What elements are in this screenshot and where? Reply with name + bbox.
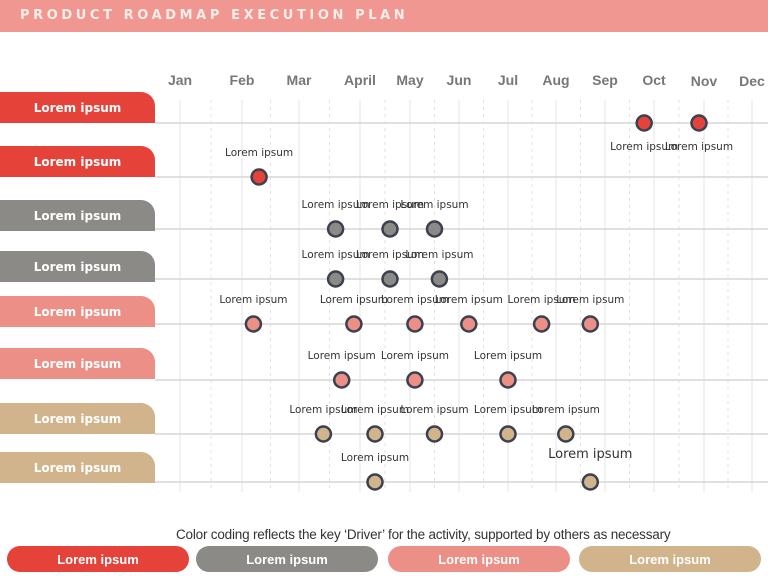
legend-item-salmon: Lorem ipsum	[388, 546, 570, 572]
milestone-dot	[690, 114, 708, 132]
milestone-dot	[381, 220, 399, 238]
row-label: Lorem ipsum	[0, 348, 155, 379]
milestone-dot	[460, 315, 478, 333]
milestone-label: Lorem ipsum	[380, 350, 449, 362]
row-label: Lorem ipsum	[0, 146, 155, 177]
row-label: Lorem ipsum	[0, 251, 155, 282]
milestone-dot	[326, 270, 345, 288]
month-label: Aug	[542, 72, 570, 88]
row-label: Lorem ipsum	[0, 296, 155, 327]
milestone-dot	[499, 425, 517, 443]
milestone-dot	[314, 425, 333, 443]
milestone-label: Lorem ipsum	[556, 294, 625, 306]
month-label: May	[396, 72, 424, 88]
footnote: Color coding reflects the key ‘Driver’ f…	[176, 527, 671, 542]
milestone-dot	[326, 220, 345, 238]
milestone-dot	[581, 315, 600, 333]
milestone-dot	[250, 168, 268, 186]
milestone-dot	[332, 371, 351, 389]
milestone-dot	[635, 114, 653, 132]
milestone-label: Lorem ipsum	[340, 404, 410, 416]
month-label: April	[344, 72, 376, 88]
milestone-dot	[499, 371, 517, 389]
milestone-label: Lorem ipsum	[319, 294, 388, 306]
milestone-label: Lorem ipsum	[219, 294, 288, 306]
milestone-label: Lorem ipsum	[307, 350, 376, 362]
milestone-label: Lorem ipsum	[225, 147, 294, 159]
milestone-label: Lorem ipsum	[400, 199, 469, 211]
month-label: Nov	[690, 73, 718, 89]
row-label: Lorem ipsum	[0, 200, 155, 231]
milestone-dot	[425, 220, 444, 238]
milestone-label: Lorem ipsum	[340, 452, 410, 464]
row-label: Lorem ipsum	[0, 92, 155, 123]
row-label: Lorem ipsum	[0, 452, 155, 483]
milestone-dot	[345, 315, 363, 333]
month-label: Jul	[497, 72, 519, 88]
milestone-dot	[581, 473, 600, 491]
month-label: Jun	[446, 72, 472, 88]
milestone-dot	[557, 425, 575, 443]
month-label: Sep	[592, 72, 618, 88]
milestone-dot	[406, 371, 424, 389]
month-label: Jan	[167, 72, 193, 88]
milestone-label: Lorem ipsum	[473, 350, 543, 362]
milestone-label: Lorem ipsum	[434, 294, 503, 306]
month-label: Mar	[286, 72, 312, 88]
row-label: Lorem ipsum	[0, 403, 155, 434]
milestone-dot	[406, 315, 424, 333]
legend-item-gray: Lorem ipsum	[196, 546, 378, 572]
milestone-label: Lorem ipsum	[400, 404, 469, 416]
milestone-dot	[430, 270, 449, 288]
month-label: Feb	[229, 72, 255, 88]
month-label: Dec	[739, 73, 765, 89]
milestone-label: Lorem ipsum	[664, 141, 734, 153]
milestone-dot	[366, 425, 384, 443]
legend-item-red: Lorem ipsum	[7, 546, 189, 572]
milestone-dot	[381, 270, 399, 288]
milestone-label: Lorem ipsum	[531, 404, 600, 416]
legend-item-tan: Lorem ipsum	[579, 546, 761, 572]
milestone-dot	[532, 315, 551, 333]
milestone-label: Lorem ipsum	[548, 447, 633, 462]
milestone-dot	[425, 425, 444, 443]
milestone-dot	[244, 315, 263, 333]
milestone-dot	[366, 473, 384, 491]
month-label: Oct	[642, 72, 666, 88]
milestone-label: Lorem ipsum	[405, 249, 474, 261]
